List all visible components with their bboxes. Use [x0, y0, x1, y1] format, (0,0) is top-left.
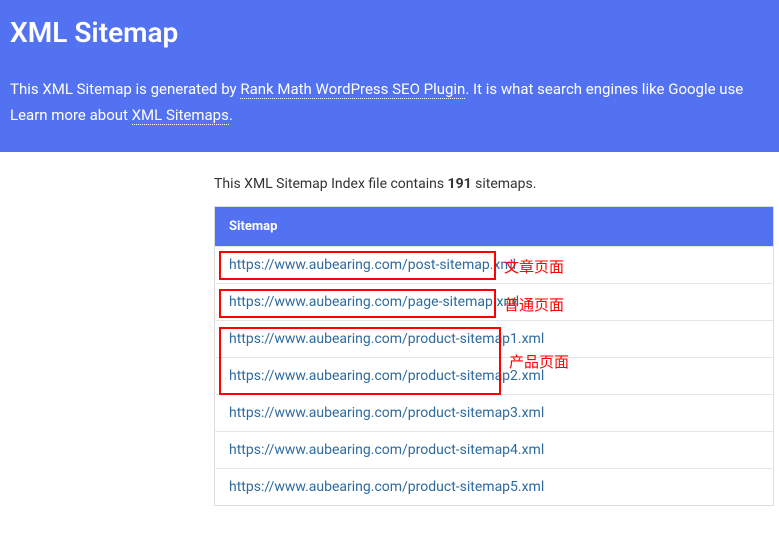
header-desc-line1: This XML Sitemap is generated by Rank Ma…	[10, 77, 769, 103]
content-area: This XML Sitemap Index file contains 191…	[0, 152, 779, 506]
intro-suffix: sitemaps.	[472, 176, 537, 192]
sitemap-link[interactable]: https://www.aubearing.com/post-sitemap.x…	[229, 257, 516, 273]
desc-prefix: This XML Sitemap is generated by	[10, 80, 240, 98]
table-wrap: Sitemap https://www.aubearing.com/post-s…	[214, 206, 779, 506]
desc-mid: . It is what search engines like Google …	[465, 80, 743, 98]
table-row: https://www.aubearing.com/page-sitemap.x…	[215, 284, 774, 321]
sitemap-link[interactable]: https://www.aubearing.com/product-sitema…	[229, 331, 544, 347]
xml-sitemaps-link[interactable]: XML Sitemaps	[132, 106, 229, 125]
sitemap-link[interactable]: https://www.aubearing.com/product-sitema…	[229, 442, 544, 458]
col-header-sitemap: Sitemap	[215, 207, 774, 247]
intro-prefix: This XML Sitemap Index file contains	[214, 176, 448, 192]
table-row: https://www.aubearing.com/product-sitema…	[215, 321, 774, 358]
header-desc-line2: Learn more about XML Sitemaps.	[10, 103, 769, 129]
table-row: https://www.aubearing.com/post-sitemap.x…	[215, 247, 774, 284]
sitemap-link[interactable]: https://www.aubearing.com/page-sitemap.x…	[229, 294, 519, 310]
table-row: https://www.aubearing.com/product-sitema…	[215, 469, 774, 506]
desc-line2-prefix: Learn more about	[10, 106, 132, 124]
header: XML Sitemap This XML Sitemap is generate…	[0, 0, 779, 152]
intro-text: This XML Sitemap Index file contains 191…	[214, 176, 779, 192]
table-row: https://www.aubearing.com/product-sitema…	[215, 395, 774, 432]
table-row: https://www.aubearing.com/product-sitema…	[215, 432, 774, 469]
sitemap-link[interactable]: https://www.aubearing.com/product-sitema…	[229, 405, 544, 421]
intro-count: 191	[448, 176, 472, 192]
sitemap-link[interactable]: https://www.aubearing.com/product-sitema…	[229, 479, 544, 495]
table-row: https://www.aubearing.com/product-sitema…	[215, 358, 774, 395]
sitemap-table: Sitemap https://www.aubearing.com/post-s…	[214, 206, 774, 506]
sitemap-link[interactable]: https://www.aubearing.com/product-sitema…	[229, 368, 544, 384]
page-title: XML Sitemap	[10, 16, 769, 49]
rank-math-link[interactable]: Rank Math WordPress SEO Plugin	[240, 80, 465, 99]
desc-line2-suffix: .	[229, 106, 233, 124]
